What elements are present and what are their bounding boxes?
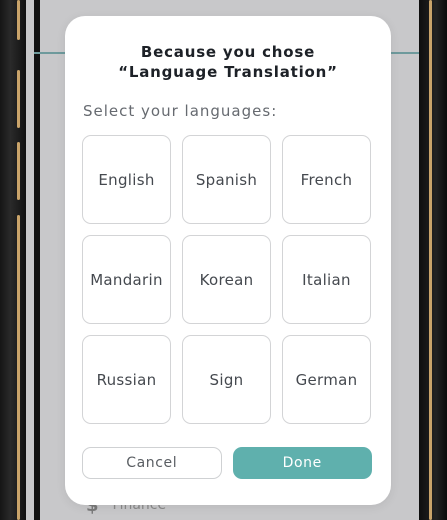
frame-trim — [17, 215, 20, 520]
language-option-russian[interactable]: Russian — [82, 335, 171, 424]
title-line-1: Because you chose — [140, 43, 316, 61]
frame-trim — [17, 0, 20, 40]
volume-up-button — [17, 70, 20, 128]
modal-title: Because you chose “Language Translation” — [65, 42, 391, 82]
language-option-mandarin[interactable]: Mandarin — [82, 235, 171, 324]
done-button[interactable]: Done — [232, 447, 372, 479]
cancel-button[interactable]: Cancel — [82, 447, 222, 479]
title-line-2: “Language Translation” — [118, 63, 338, 81]
language-option-english[interactable]: English — [82, 135, 171, 224]
phone-frame-right — [419, 0, 447, 520]
phone-stage: $ Finance Because you chose “Language Tr… — [0, 0, 447, 520]
language-option-spanish[interactable]: Spanish — [182, 135, 271, 224]
volume-down-button — [17, 142, 20, 200]
language-option-german[interactable]: German — [282, 335, 371, 424]
screen-edge — [34, 0, 40, 520]
language-option-sign[interactable]: Sign — [182, 335, 271, 424]
language-grid: English Spanish French Mandarin Korean I… — [82, 135, 373, 424]
modal-subtitle: Select your languages: — [83, 102, 278, 120]
frame-trim — [429, 0, 432, 520]
language-option-korean[interactable]: Korean — [182, 235, 271, 324]
modal-actions: Cancel Done — [82, 447, 372, 479]
language-option-french[interactable]: French — [282, 135, 371, 224]
phone-frame-left — [0, 0, 26, 520]
language-selection-modal: Because you chose “Language Translation”… — [65, 16, 391, 505]
language-option-italian[interactable]: Italian — [282, 235, 371, 324]
